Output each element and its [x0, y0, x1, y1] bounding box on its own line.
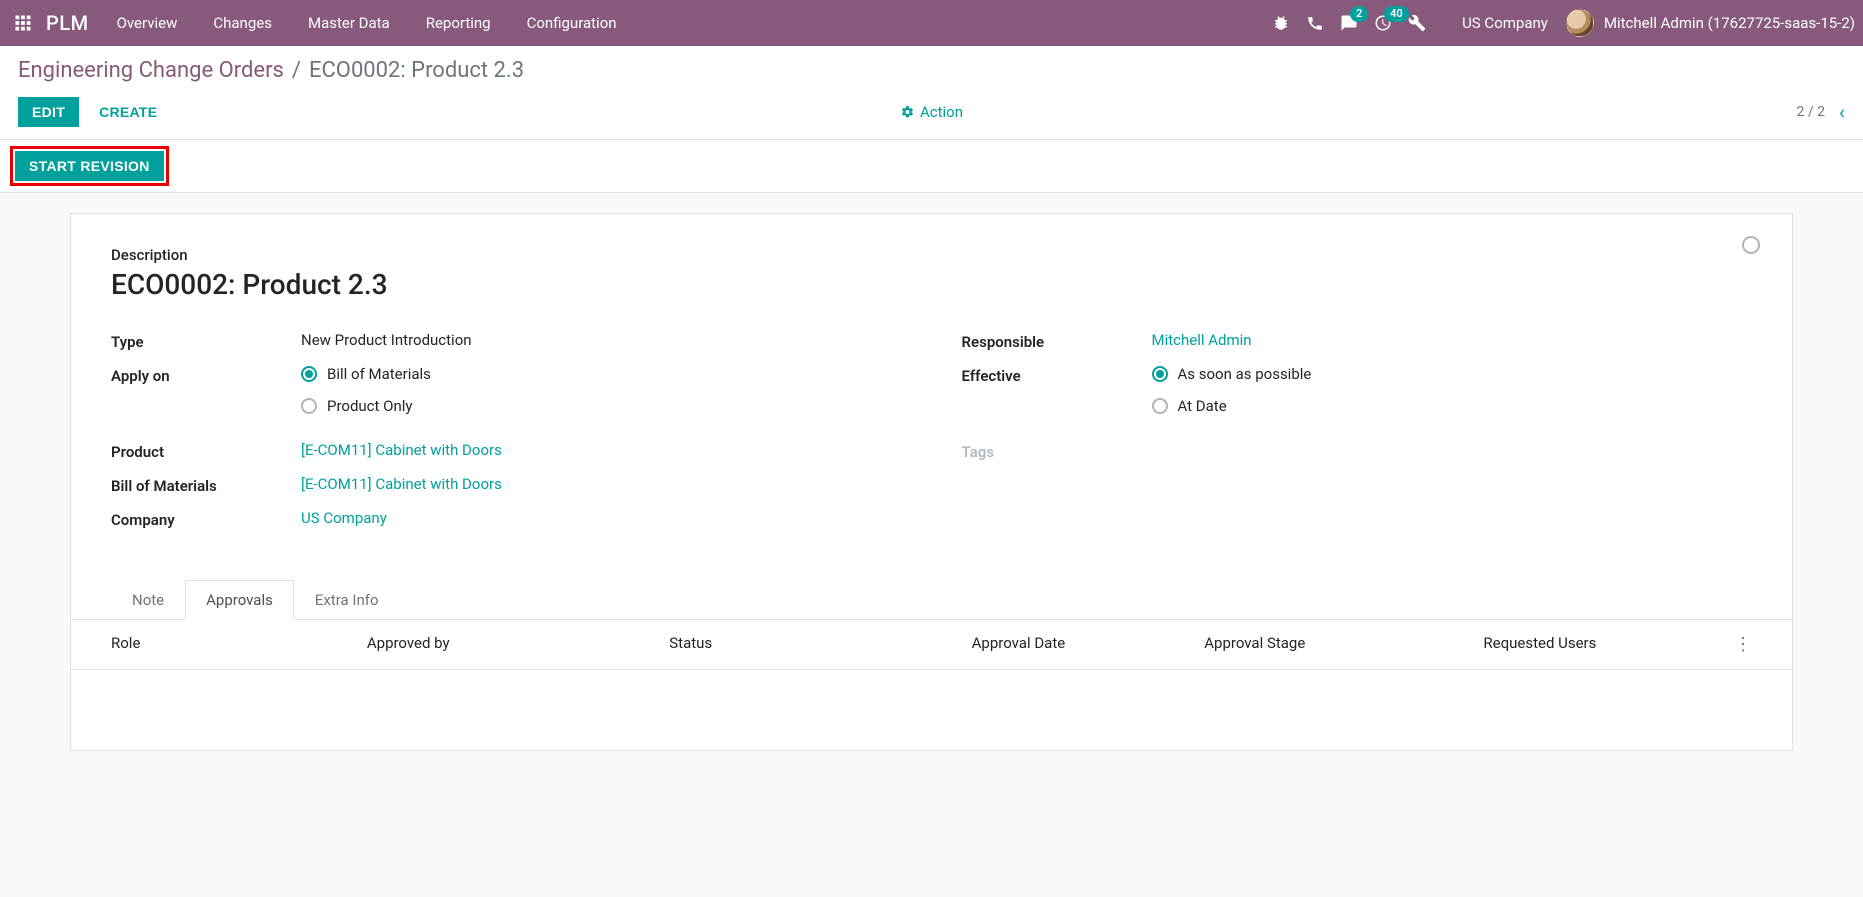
col-approval-date: Approval Date	[972, 634, 1205, 655]
activities-badge: 40	[1384, 6, 1409, 22]
user-name: Mitchell Admin (17627725-saas-15-2)	[1604, 14, 1855, 32]
form-right-column: Responsible Mitchell Admin Effective As …	[962, 331, 1753, 543]
col-requested-users: Requested Users	[1483, 634, 1716, 655]
pager-value[interactable]: 2 / 2	[1797, 104, 1825, 120]
apps-icon[interactable]	[8, 8, 38, 38]
column-options-icon[interactable]: ⋮	[1716, 634, 1752, 655]
systray: 2 40	[1272, 14, 1426, 32]
highlight-annotation: Start Revision	[10, 146, 169, 186]
tools-icon[interactable]	[1408, 14, 1426, 32]
effective-label: Effective	[962, 365, 1152, 385]
apply-on-product-radio[interactable]: Product Only	[301, 397, 431, 415]
menu-reporting[interactable]: Reporting	[426, 14, 491, 32]
responsible-value[interactable]: Mitchell Admin	[1152, 331, 1252, 349]
breadcrumb-separator: /	[292, 58, 301, 83]
effective-asap-label: As soon as possible	[1178, 365, 1312, 383]
bom-label: Bill of Materials	[111, 475, 301, 495]
col-approval-stage: Approval Stage	[1204, 634, 1483, 655]
breadcrumb-parent[interactable]: Engineering Change Orders	[18, 58, 284, 83]
menu-master-data[interactable]: Master Data	[308, 14, 390, 32]
action-label: Action	[920, 103, 963, 121]
phone-icon[interactable]	[1306, 14, 1324, 32]
tags-label: Tags	[962, 441, 1152, 461]
edit-button[interactable]: Edit	[18, 97, 79, 127]
pager-prev-icon[interactable]: ‹	[1839, 100, 1845, 124]
col-approved-by: Approved by	[367, 634, 669, 655]
apply-on-product-label: Product Only	[327, 397, 413, 415]
user-avatar	[1566, 9, 1594, 37]
company-label: Company	[111, 509, 301, 529]
action-dropdown[interactable]: Action	[900, 103, 963, 121]
radio-unchecked-icon	[301, 398, 317, 414]
apply-on-label: Apply on	[111, 365, 301, 385]
form-left-column: Type New Product Introduction Apply on B…	[111, 331, 902, 543]
form-sheet: Description ECO0002: Product 2.3 Type Ne…	[70, 213, 1793, 751]
company-value[interactable]: US Company	[301, 509, 387, 527]
approvals-table-body	[71, 670, 1792, 750]
menu-overview[interactable]: Overview	[117, 14, 178, 32]
type-label: Type	[111, 331, 301, 351]
col-status: Status	[669, 634, 971, 655]
pager: 2 / 2 ‹	[1797, 100, 1845, 124]
main-menu: Overview Changes Master Data Reporting C…	[117, 14, 617, 32]
description-label: Description	[111, 246, 1752, 264]
radio-checked-icon	[301, 366, 317, 382]
start-revision-button[interactable]: Start Revision	[15, 151, 164, 181]
responsible-label: Responsible	[962, 331, 1152, 351]
col-role: Role	[111, 634, 367, 655]
apply-on-bom-label: Bill of Materials	[327, 365, 431, 383]
company-switcher[interactable]: US Company	[1462, 14, 1548, 32]
gear-icon	[900, 105, 914, 119]
tab-approvals[interactable]: Approvals	[185, 580, 294, 620]
effective-at-date-label: At Date	[1178, 397, 1227, 415]
effective-asap-radio[interactable]: As soon as possible	[1152, 365, 1312, 383]
bom-value[interactable]: [E-COM11] Cabinet with Doors	[301, 475, 502, 493]
activities-icon[interactable]: 40	[1374, 14, 1392, 32]
user-menu[interactable]: Mitchell Admin (17627725-saas-15-2)	[1566, 9, 1855, 37]
top-navbar: PLM Overview Changes Master Data Reporti…	[0, 0, 1863, 46]
effective-at-date-radio[interactable]: At Date	[1152, 397, 1312, 415]
breadcrumbs: Engineering Change Orders / ECO0002: Pro…	[18, 58, 1845, 83]
approvals-table-header: Role Approved by Status Approval Date Ap…	[71, 620, 1792, 670]
product-value[interactable]: [E-COM11] Cabinet with Doors	[301, 441, 502, 459]
tab-extra-info[interactable]: Extra Info	[294, 580, 400, 620]
bug-icon[interactable]	[1272, 14, 1290, 32]
product-label: Product	[111, 441, 301, 461]
record-title: ECO0002: Product 2.3	[111, 268, 1752, 301]
tab-content-approvals: Role Approved by Status Approval Date Ap…	[71, 620, 1792, 750]
radio-unchecked-icon	[1152, 398, 1168, 414]
menu-configuration[interactable]: Configuration	[527, 14, 617, 32]
app-brand[interactable]: PLM	[46, 11, 89, 35]
notebook-tabs: Note Approvals Extra Info	[71, 579, 1792, 620]
create-button[interactable]: Create	[85, 97, 171, 127]
conversations-icon[interactable]: 2	[1340, 14, 1358, 32]
radio-checked-icon	[1152, 366, 1168, 382]
control-panel: Engineering Change Orders / ECO0002: Pro…	[0, 46, 1863, 140]
conversations-badge: 2	[1350, 6, 1368, 22]
tab-note[interactable]: Note	[111, 580, 185, 620]
kanban-state-button[interactable]	[1742, 236, 1760, 254]
type-value: New Product Introduction	[301, 331, 472, 349]
menu-changes[interactable]: Changes	[213, 14, 272, 32]
apply-on-bom-radio[interactable]: Bill of Materials	[301, 365, 431, 383]
status-bar: Start Revision	[0, 140, 1863, 193]
breadcrumb-current: ECO0002: Product 2.3	[309, 58, 524, 83]
